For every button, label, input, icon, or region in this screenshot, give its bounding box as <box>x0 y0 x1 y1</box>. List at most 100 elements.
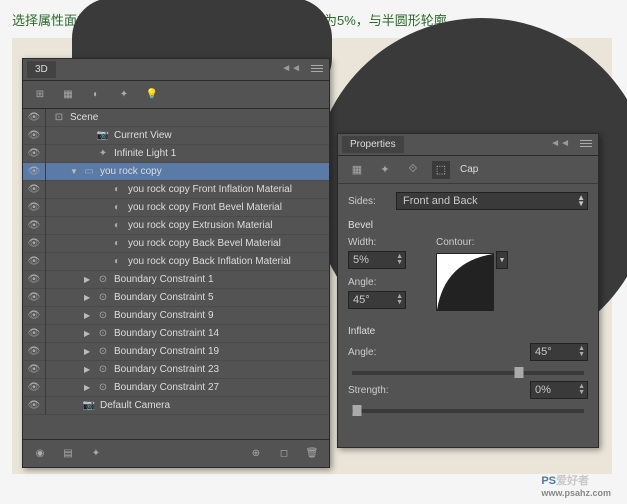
eye-icon[interactable]: 👁 <box>27 346 41 357</box>
light-add-icon[interactable]: ✦ <box>89 447 103 461</box>
panel-menu-icon[interactable] <box>578 136 594 150</box>
tree-row[interactable]: 👁▶⊙Boundary Constraint 9 <box>23 307 329 325</box>
contour-dropdown-icon[interactable]: ▼ <box>496 251 508 269</box>
tree-row[interactable]: 👁 ▶ ⊙ Boundary Constraint 1 <box>23 271 329 289</box>
eye-icon[interactable]: 👁 <box>27 184 41 195</box>
panel-menu-icon[interactable] <box>309 61 325 75</box>
strength-slider[interactable] <box>352 409 584 413</box>
tree-row[interactable]: 👁📷Current View <box>23 127 329 145</box>
eye-icon[interactable]: 👁 <box>27 274 41 285</box>
eye-icon[interactable]: 👁 <box>27 364 41 375</box>
filter-material-icon[interactable]: ◐ <box>89 88 103 102</box>
watermark: PS爱好者 www.psahz.com <box>541 471 611 498</box>
con-icon: ⊙ <box>96 273 110 287</box>
slider-thumb[interactable] <box>515 367 524 378</box>
inflate-angle-spinner[interactable]: 45° ▲▼ <box>530 343 588 361</box>
spinner-arrows-icon[interactable]: ▲▼ <box>396 294 403 306</box>
filter-mesh-icon[interactable]: ▦ <box>61 88 75 102</box>
bulb-icon[interactable]: 💡 <box>145 88 159 102</box>
eye-icon[interactable]: 👁 <box>27 130 41 141</box>
spinner-arrows-icon[interactable]: ▲▼ <box>578 346 585 358</box>
eye-icon[interactable]: 👁 <box>27 220 41 231</box>
tree-item-label: Boundary Constraint 23 <box>114 364 219 375</box>
tree-row[interactable]: 👁◐you rock copy Front Inflation Material <box>23 181 329 199</box>
tree-item-label: Boundary Constraint 9 <box>114 310 214 321</box>
width-spinner[interactable]: 5% ▲▼ <box>348 251 406 269</box>
eye-icon[interactable]: 👁 <box>27 112 41 123</box>
tree-row[interactable]: 👁▶⊙Boundary Constraint 23 <box>23 361 329 379</box>
render-icon[interactable]: ◉ <box>33 447 47 461</box>
collapse-icon[interactable]: ◄◄ <box>281 63 301 74</box>
eye-icon[interactable]: 👁 <box>27 400 41 411</box>
mesh-icon: ▭ <box>82 165 96 179</box>
cap-tab-icon[interactable]: ⬚ <box>432 161 450 179</box>
expand-arrow-icon[interactable]: ▶ <box>84 347 92 356</box>
angle-spinner[interactable]: 45° ▲▼ <box>348 291 406 309</box>
scene-label: Scene <box>70 112 98 123</box>
tree-row[interactable]: 👁▶⊙Boundary Constraint 14 <box>23 325 329 343</box>
tree-row[interactable]: 👁📷Default Camera <box>23 397 329 415</box>
camera-icon: 📷 <box>96 129 110 143</box>
expand-arrow-icon[interactable]: ▶ <box>84 275 92 284</box>
mat-icon: ◐ <box>110 201 124 215</box>
expand-arrow-icon[interactable]: ▼ <box>70 167 78 176</box>
panel-3d-toolbar: ⊞ ▦ ◐ ✦ 💡 <box>23 81 329 109</box>
add-icon[interactable]: ⊕ <box>249 447 263 461</box>
panel-props-tab[interactable]: Properties <box>342 136 404 153</box>
mat-icon: ◐ <box>110 219 124 233</box>
tree-row[interactable]: 👁▶⊙Boundary Constraint 5 <box>23 289 329 307</box>
eye-icon[interactable]: 👁 <box>27 148 41 159</box>
inflate-section-title: Inflate <box>348 326 588 337</box>
tree-item-label: you rock copy Back Bevel Material <box>128 238 281 249</box>
scene-tree[interactable]: 👁 ⊡ Scene 👁📷Current View👁✦Infinite Light… <box>23 109 329 439</box>
scene-root-row[interactable]: 👁 ⊡ Scene <box>23 109 329 127</box>
tree-row[interactable]: 👁 ✦ Infinite Light 1 <box>23 145 329 163</box>
deform-tab-icon[interactable]: ✦ <box>376 161 394 179</box>
tree-row[interactable]: 👁◐you rock copy Extrusion Material <box>23 217 329 235</box>
panel-3d: 3D ◄◄ ⊞ ▦ ◐ ✦ 💡 👁 ⊡ Scene 👁📷Current View… <box>22 58 330 468</box>
tree-row[interactable]: 👁◐you rock copy Back Inflation Material <box>23 253 329 271</box>
eye-icon[interactable]: 👁 <box>27 238 41 249</box>
tree-item-label: Boundary Constraint 1 <box>114 274 214 285</box>
eye-icon[interactable]: 👁 <box>27 166 41 177</box>
eye-icon[interactable]: 👁 <box>27 292 41 303</box>
strength-spinner[interactable]: 0% ▲▼ <box>530 381 588 399</box>
spinner-arrows-icon[interactable]: ▲▼ <box>578 384 585 396</box>
eye-icon[interactable]: 👁 <box>27 382 41 393</box>
slider-thumb[interactable] <box>352 405 361 416</box>
expand-arrow-icon[interactable]: ▶ <box>84 383 92 392</box>
tree-row[interactable]: 👁 ◐ you rock copy Back Bevel Material <box>23 235 329 253</box>
filter-light-icon[interactable]: ✦ <box>117 88 131 102</box>
eye-icon[interactable]: 👁 <box>27 202 41 213</box>
spinner-arrows-icon[interactable]: ▲▼ <box>396 254 403 266</box>
collapse-icon[interactable]: ◄◄ <box>550 138 570 149</box>
eye-icon[interactable]: 👁 <box>27 256 41 267</box>
sides-dropdown[interactable]: Front and Back ▲▼ <box>396 192 588 210</box>
tree-item-label: Boundary Constraint 14 <box>114 328 219 339</box>
eye-icon[interactable]: 👁 <box>27 310 41 321</box>
expand-arrow-icon[interactable]: ▶ <box>84 329 92 338</box>
strength-label: Strength: <box>348 385 402 396</box>
trash-icon[interactable]: 🗑 <box>305 447 319 461</box>
contour-label: Contour: <box>436 237 494 248</box>
tree-row[interactable]: 👁▶⊙Boundary Constraint 19 <box>23 343 329 361</box>
mat-icon: ◐ <box>110 237 124 251</box>
coords-tab-icon[interactable]: ⟐ <box>404 161 422 179</box>
tree-row[interactable]: 👁▶⊙Boundary Constraint 27 <box>23 379 329 397</box>
filter-whole-icon[interactable]: ⊞ <box>33 88 47 102</box>
tree-row[interactable]: 👁▼▭you rock copy <box>23 163 329 181</box>
layers-icon[interactable]: ▤ <box>61 447 75 461</box>
sides-label: Sides: <box>348 196 390 207</box>
panel-3d-tab[interactable]: 3D <box>27 61 56 78</box>
mesh-tab-icon[interactable]: ▦ <box>348 161 366 179</box>
expand-arrow-icon[interactable]: ▶ <box>84 311 92 320</box>
contour-preview[interactable] <box>436 253 494 311</box>
new-icon[interactable]: ◻ <box>277 447 291 461</box>
expand-arrow-icon[interactable]: ▶ <box>84 365 92 374</box>
light-icon: ✦ <box>96 147 110 161</box>
expand-arrow-icon[interactable]: ▶ <box>84 293 92 302</box>
tree-item-label: Infinite Light 1 <box>114 148 176 159</box>
eye-icon[interactable]: 👁 <box>27 328 41 339</box>
inflate-angle-slider[interactable] <box>352 371 584 375</box>
tree-row[interactable]: 👁◐you rock copy Front Bevel Material <box>23 199 329 217</box>
